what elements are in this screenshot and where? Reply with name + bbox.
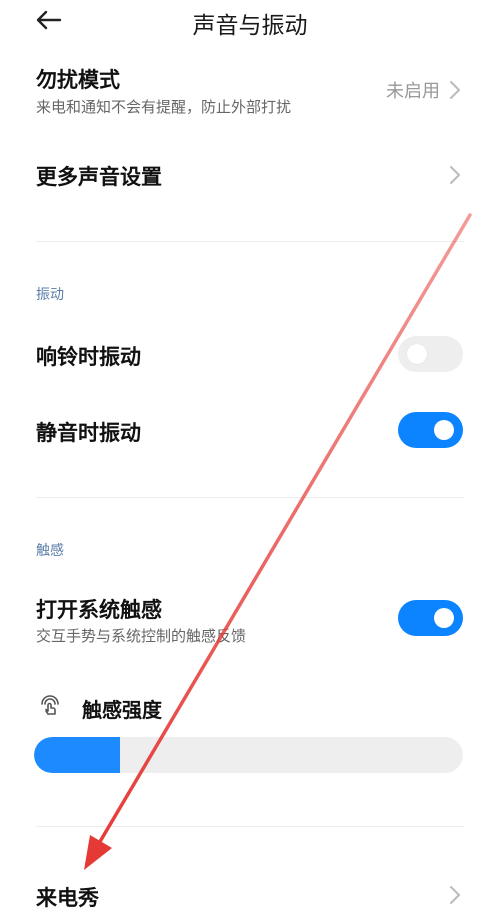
ring-vibrate-row[interactable]: 响铃时振动 <box>0 328 500 380</box>
haptics-section-label: 触感 <box>36 543 64 559</box>
slider-fill <box>34 737 120 773</box>
divider <box>36 826 464 827</box>
dnd-status: 未启用 <box>386 81 440 102</box>
divider <box>36 241 464 242</box>
chevron-right-icon <box>450 886 460 904</box>
toggle-knob <box>407 344 427 364</box>
ring-vibrate-toggle[interactable] <box>398 336 463 372</box>
ringtone-show-title: 来电秀 <box>36 886 99 910</box>
ring-vibrate-title: 响铃时振动 <box>36 345 141 369</box>
system-haptics-toggle[interactable] <box>398 600 463 636</box>
more-sound-settings-title: 更多声音设置 <box>36 165 162 189</box>
system-haptics-title: 打开系统触感 <box>36 598 162 622</box>
system-haptics-row[interactable]: 打开系统触感 交互手势与系统控制的触感反馈 <box>0 588 500 652</box>
toggle-knob <box>434 420 454 440</box>
haptic-touch-icon <box>41 695 59 715</box>
chevron-right-icon <box>450 81 460 99</box>
haptic-strength-slider[interactable] <box>34 737 463 773</box>
toggle-knob <box>434 608 454 628</box>
ringtone-show-row[interactable]: 来电秀 <box>0 866 500 911</box>
header-bar: 声音与振动 <box>0 0 500 44</box>
divider <box>36 497 464 498</box>
chevron-right-icon <box>450 166 460 184</box>
silent-vibrate-title: 静音时振动 <box>36 421 141 445</box>
page-title: 声音与振动 <box>192 13 308 39</box>
system-haptics-subtitle: 交互手势与系统控制的触感反馈 <box>36 627 247 645</box>
dnd-row[interactable]: 勿扰模式 来电和通知不会有提醒，防止外部打扰 未启用 <box>0 52 500 132</box>
more-sound-settings-row[interactable]: 更多声音设置 <box>0 140 500 210</box>
haptic-strength-label: 触感强度 <box>82 698 162 722</box>
silent-vibrate-toggle[interactable] <box>398 412 463 448</box>
silent-vibrate-row[interactable]: 静音时振动 <box>0 404 500 456</box>
dnd-title: 勿扰模式 <box>36 68 120 92</box>
dnd-subtitle: 来电和通知不会有提醒，防止外部打扰 <box>36 98 292 116</box>
vibration-section-label: 振动 <box>36 287 64 303</box>
